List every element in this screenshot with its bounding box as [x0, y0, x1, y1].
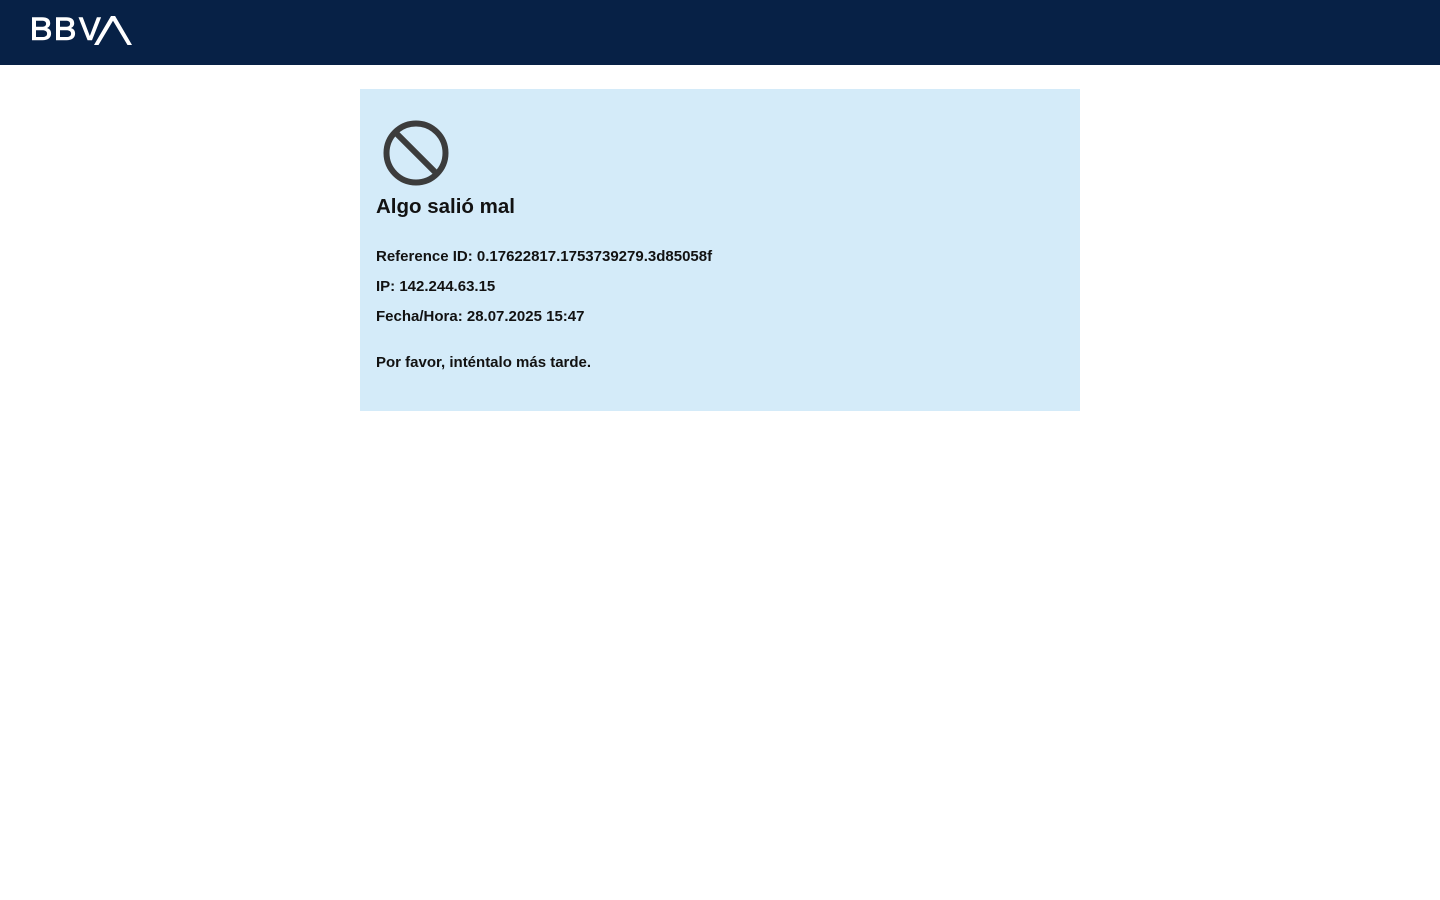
date-time: Fecha/Hora: 28.07.2025 15:47 [376, 308, 585, 325]
error-panel: Algo salió mal Reference ID: 0.17622817.… [360, 89, 1080, 411]
ban-icon [382, 119, 450, 187]
reference-id: Reference ID: 0.17622817.1753739279.3d85… [376, 248, 713, 265]
bbva-logo[interactable]: BBVA [32, 16, 132, 46]
retry-message: Por favor, inténtalo más tarde. [376, 354, 592, 371]
ip-address: IP: 142.244.63.15 [376, 278, 496, 295]
top-bar: BBVA [0, 0, 1440, 65]
error-title: Algo salió mal [376, 195, 515, 218]
